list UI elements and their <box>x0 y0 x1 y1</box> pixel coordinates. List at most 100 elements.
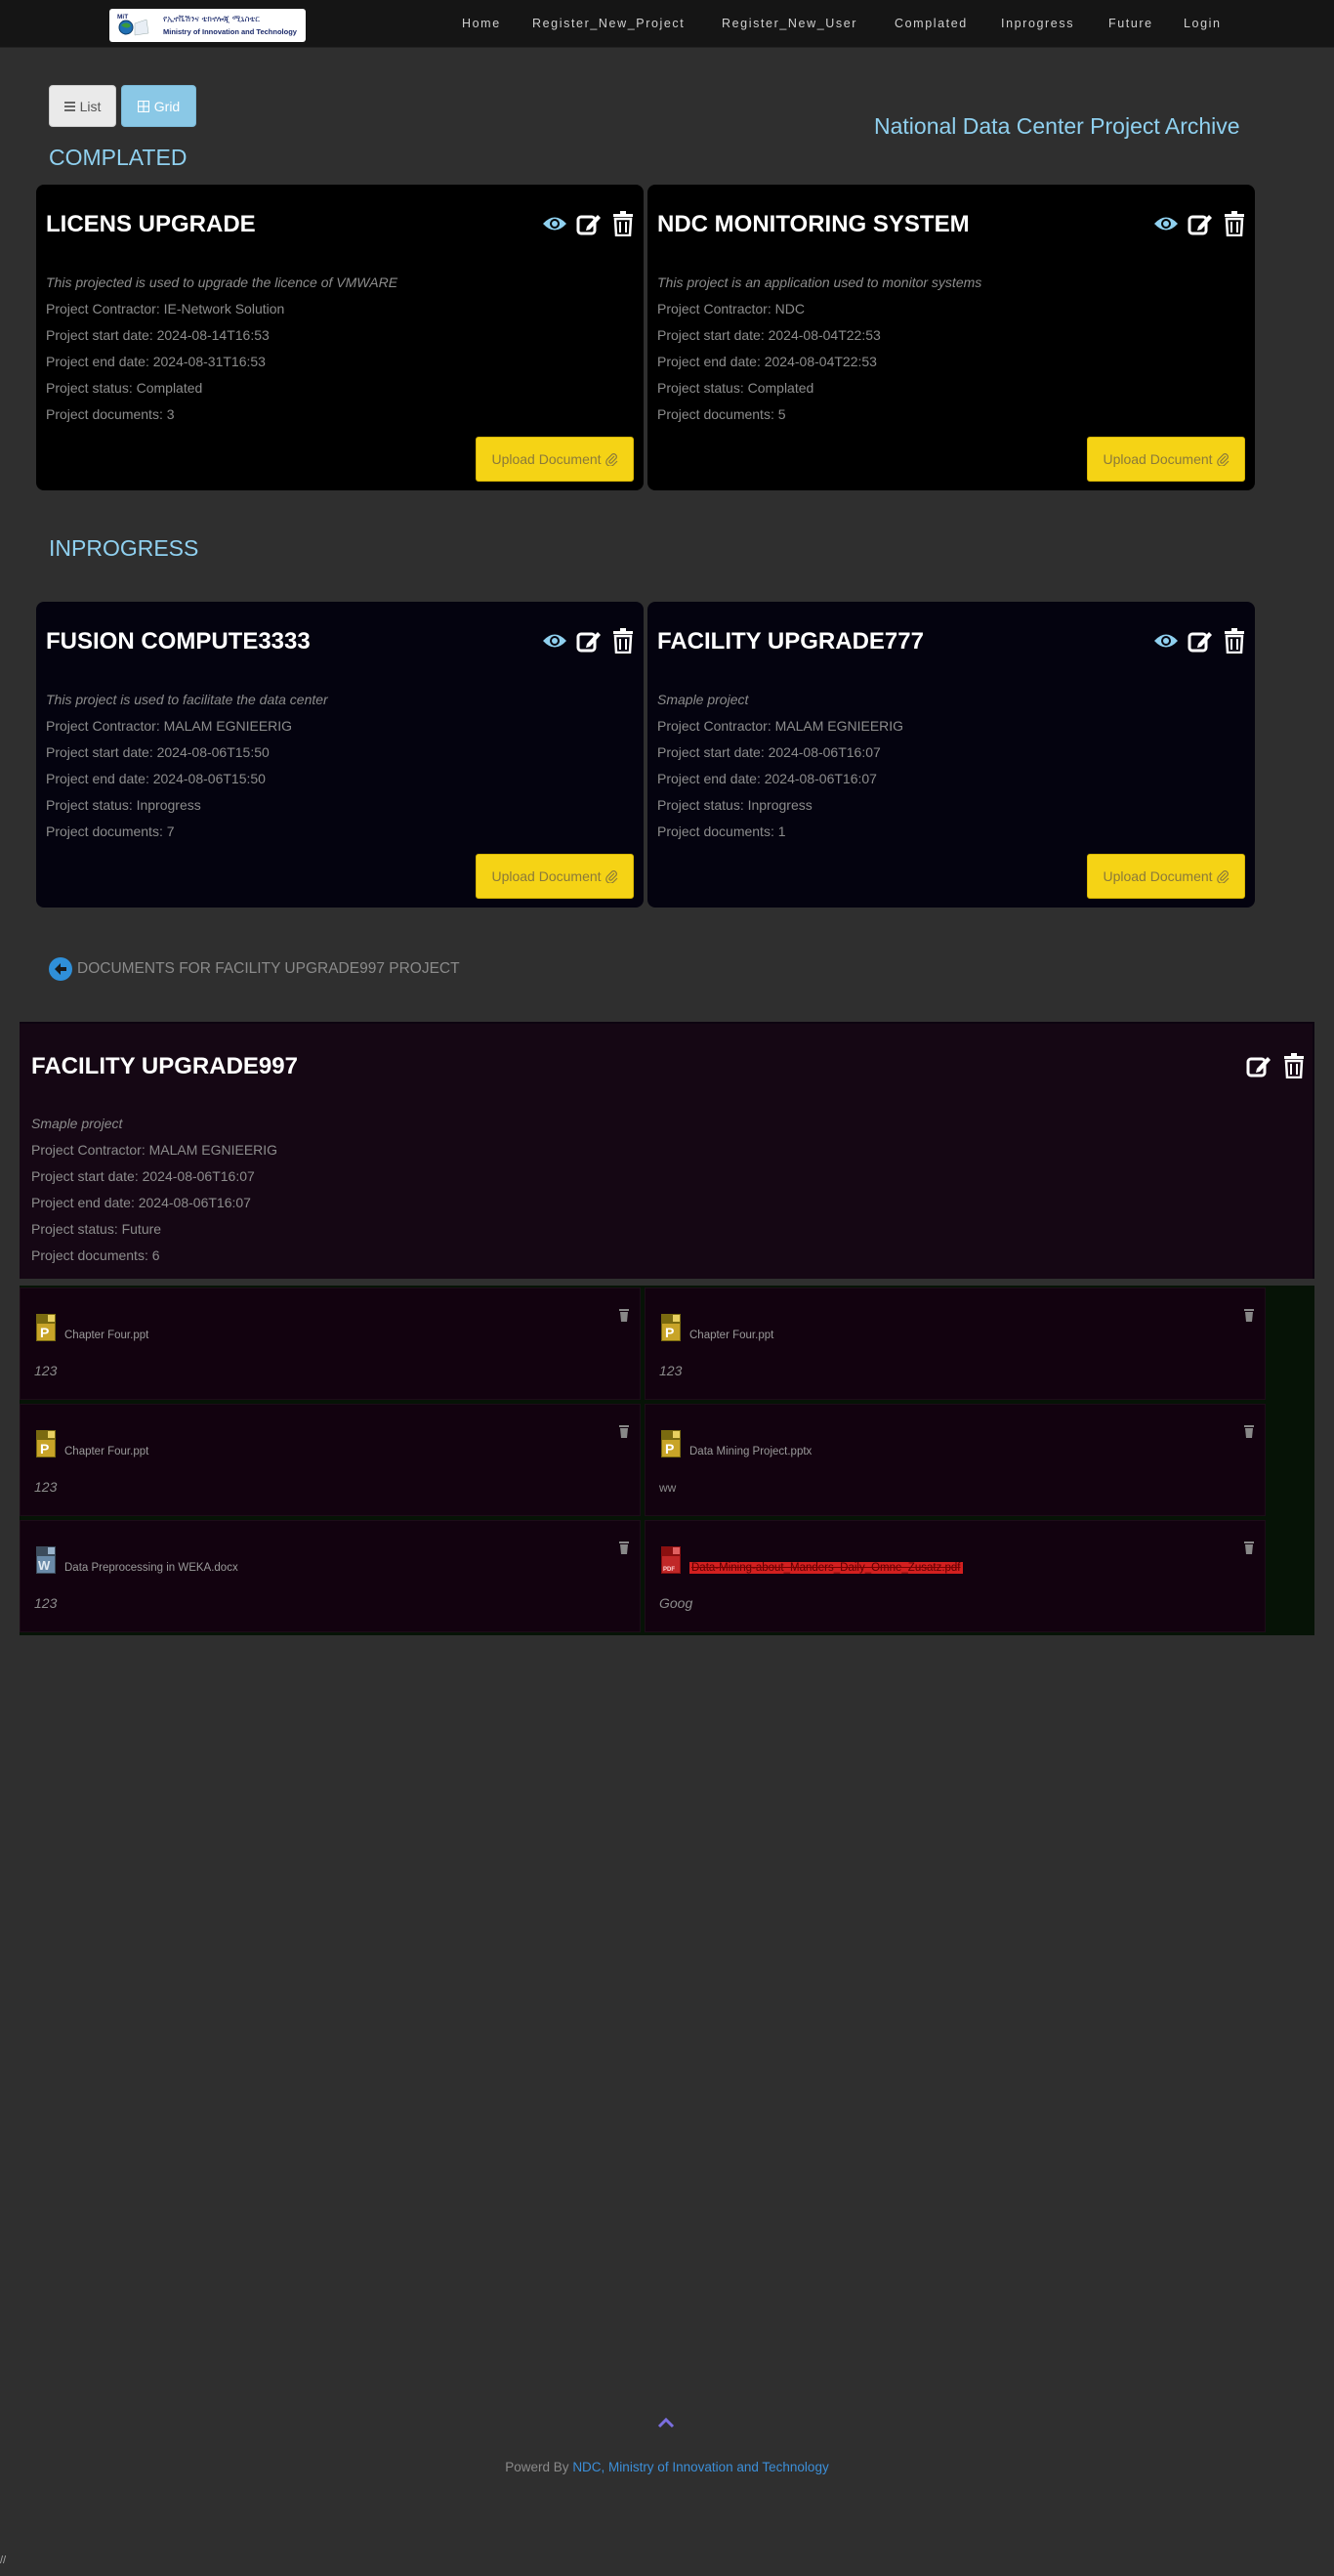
nav-complated[interactable]: Complated <box>895 17 968 30</box>
svg-text:P: P <box>40 1325 49 1340</box>
svg-text:W: W <box>38 1558 51 1573</box>
document-link[interactable]: Chapter Four.ppt <box>689 1330 773 1341</box>
delete-trash-icon[interactable] <box>1222 211 1247 236</box>
word-file-icon: W <box>36 1546 56 1574</box>
ministry-emblem-icon: MiT <box>117 14 149 36</box>
footer-link[interactable]: NDC, Ministry of Innovation and Technolo… <box>572 2460 828 2474</box>
nav-login[interactable]: Login <box>1184 17 1222 30</box>
upload-document-label: Upload Document <box>1103 451 1213 467</box>
project-actions <box>1246 1053 1307 1078</box>
document-link[interactable]: Data-Mining-about_Manders_Daily_Omne_Zus… <box>689 1562 963 1574</box>
delete-document-trash-icon[interactable] <box>618 1424 630 1438</box>
selected-project-panel: FACILITY UPGRADE997 Smaple project Proje… <box>20 1022 1314 1279</box>
paperclip-icon <box>604 869 617 883</box>
documents-back-link[interactable]: DOCUMENTS FOR FACILITY UPGRADE997 PROJEC… <box>49 957 460 981</box>
document-item: P Chapter Four.ppt 123 <box>20 1288 641 1400</box>
upload-document-label: Upload Document <box>1103 868 1213 884</box>
logo-subtitle: Ministry of Innovation and Technology <box>163 27 297 36</box>
pdf-file-icon: PDF <box>661 1546 681 1574</box>
delete-document-trash-icon[interactable] <box>618 1308 630 1322</box>
grid-view-button[interactable]: Grid <box>121 85 196 127</box>
edit-icon[interactable] <box>1188 628 1213 654</box>
document-link[interactable]: Chapter Four.ppt <box>64 1446 148 1457</box>
project-contractor: Project Contractor: NDC <box>657 301 805 317</box>
document-description: 123 <box>34 1595 58 1611</box>
documents-heading: DOCUMENTS FOR FACILITY UPGRADE997 PROJEC… <box>77 960 460 977</box>
project-contractor: Project Contractor: MALAM EGNIEERIG <box>657 718 904 734</box>
corner-mark: // <box>0 2555 7 2566</box>
project-start-date: Project start date: 2024-08-06T15:50 <box>46 744 270 760</box>
upload-document-button[interactable]: Upload Document <box>476 437 634 482</box>
nav-future[interactable]: Future <box>1108 17 1153 30</box>
list-view-button[interactable]: List <box>49 85 116 127</box>
delete-trash-icon[interactable] <box>1281 1053 1307 1078</box>
project-end-date: Project end date: 2024-08-06T15:50 <box>46 771 266 786</box>
project-documents-count: Project documents: 5 <box>657 406 786 422</box>
section-title-inprogress: INPROGRESS <box>49 535 199 561</box>
documents-grid: P Chapter Four.ppt 123 P Chapter Four.pp… <box>20 1286 1314 1635</box>
project-end-date: Project end date: 2024-08-06T16:07 <box>31 1195 251 1210</box>
view-eye-icon[interactable] <box>1153 628 1179 654</box>
document-link[interactable]: Chapter Four.ppt <box>64 1330 148 1341</box>
nav-inprogress[interactable]: Inprogress <box>1001 17 1074 30</box>
project-start-date: Project start date: 2024-08-14T16:53 <box>46 327 270 343</box>
project-description: This project is an application used to m… <box>657 274 982 290</box>
project-actions <box>542 211 636 236</box>
paperclip-icon <box>604 452 617 466</box>
delete-document-trash-icon[interactable] <box>1243 1308 1255 1322</box>
document-link[interactable]: Data Preprocessing in WEKA.docx <box>64 1562 238 1574</box>
svg-text:P: P <box>40 1441 49 1457</box>
project-status: Project status: Future <box>31 1221 162 1237</box>
powerpoint-file-icon: P <box>36 1314 56 1341</box>
delete-document-trash-icon[interactable] <box>1243 1424 1255 1438</box>
upload-document-button[interactable]: Upload Document <box>1087 437 1245 482</box>
upload-document-button[interactable]: Upload Document <box>1087 854 1245 899</box>
project-start-date: Project start date: 2024-08-06T16:07 <box>31 1168 255 1184</box>
delete-trash-icon[interactable] <box>1222 628 1247 654</box>
document-description: 123 <box>34 1479 58 1495</box>
delete-document-trash-icon[interactable] <box>1243 1541 1255 1554</box>
nav-home[interactable]: Home <box>462 17 501 30</box>
project-end-date: Project end date: 2024-08-31T16:53 <box>46 354 266 369</box>
ministry-logo[interactable]: MiT የኢኖቬሽንና ቴክኖሎጂ ሚኒስቴር Ministry of Inno… <box>109 9 306 42</box>
delete-trash-icon[interactable] <box>610 628 636 654</box>
project-end-date: Project end date: 2024-08-04T22:53 <box>657 354 877 369</box>
scroll-to-top-chevron-icon[interactable] <box>656 2416 676 2429</box>
circle-arrow-left-icon <box>49 957 72 981</box>
footer-prefix: Powerd By <box>505 2460 573 2474</box>
grid-view-label: Grid <box>153 98 181 114</box>
project-status: Project status: Inprogress <box>657 797 813 813</box>
project-actions <box>542 628 636 654</box>
archive-title: National Data Center Project Archive <box>874 113 1240 139</box>
project-documents-count: Project documents: 7 <box>46 823 175 839</box>
document-link[interactable]: Data Mining Project.pptx <box>689 1446 812 1457</box>
upload-document-button[interactable]: Upload Document <box>476 854 634 899</box>
powerpoint-file-icon: P <box>36 1430 56 1457</box>
document-description: 123 <box>34 1363 58 1378</box>
nav-register-new-user[interactable]: Register_New_User <box>722 17 857 30</box>
view-eye-icon[interactable] <box>542 211 567 236</box>
upload-document-label: Upload Document <box>491 451 602 467</box>
upload-document-label: Upload Document <box>491 868 602 884</box>
project-description: This projected is used to upgrade the li… <box>46 274 398 290</box>
edit-icon[interactable] <box>1246 1053 1271 1078</box>
nav-register-new-project[interactable]: Register_New_Project <box>532 17 685 30</box>
project-card: NDC MONITORING SYSTEM This project is an… <box>647 185 1255 490</box>
view-eye-icon[interactable] <box>1153 211 1179 236</box>
edit-icon[interactable] <box>576 211 602 236</box>
delete-trash-icon[interactable] <box>610 211 636 236</box>
project-documents-count: Project documents: 6 <box>31 1247 160 1263</box>
edit-icon[interactable] <box>576 628 602 654</box>
view-eye-icon[interactable] <box>542 628 567 654</box>
project-description: Smaple project <box>657 692 749 707</box>
project-status: Project status: Complated <box>46 380 203 396</box>
delete-document-trash-icon[interactable] <box>618 1541 630 1554</box>
project-contractor: Project Contractor: MALAM EGNIEERIG <box>46 718 293 734</box>
list-icon <box>63 101 75 111</box>
paperclip-icon <box>1216 869 1229 883</box>
edit-icon[interactable] <box>1188 211 1213 236</box>
project-status: Project status: Inprogress <box>46 797 201 813</box>
svg-text:P: P <box>665 1441 674 1457</box>
document-item: P Chapter Four.ppt 123 <box>645 1288 1266 1400</box>
document-description: Goog <box>659 1595 693 1611</box>
